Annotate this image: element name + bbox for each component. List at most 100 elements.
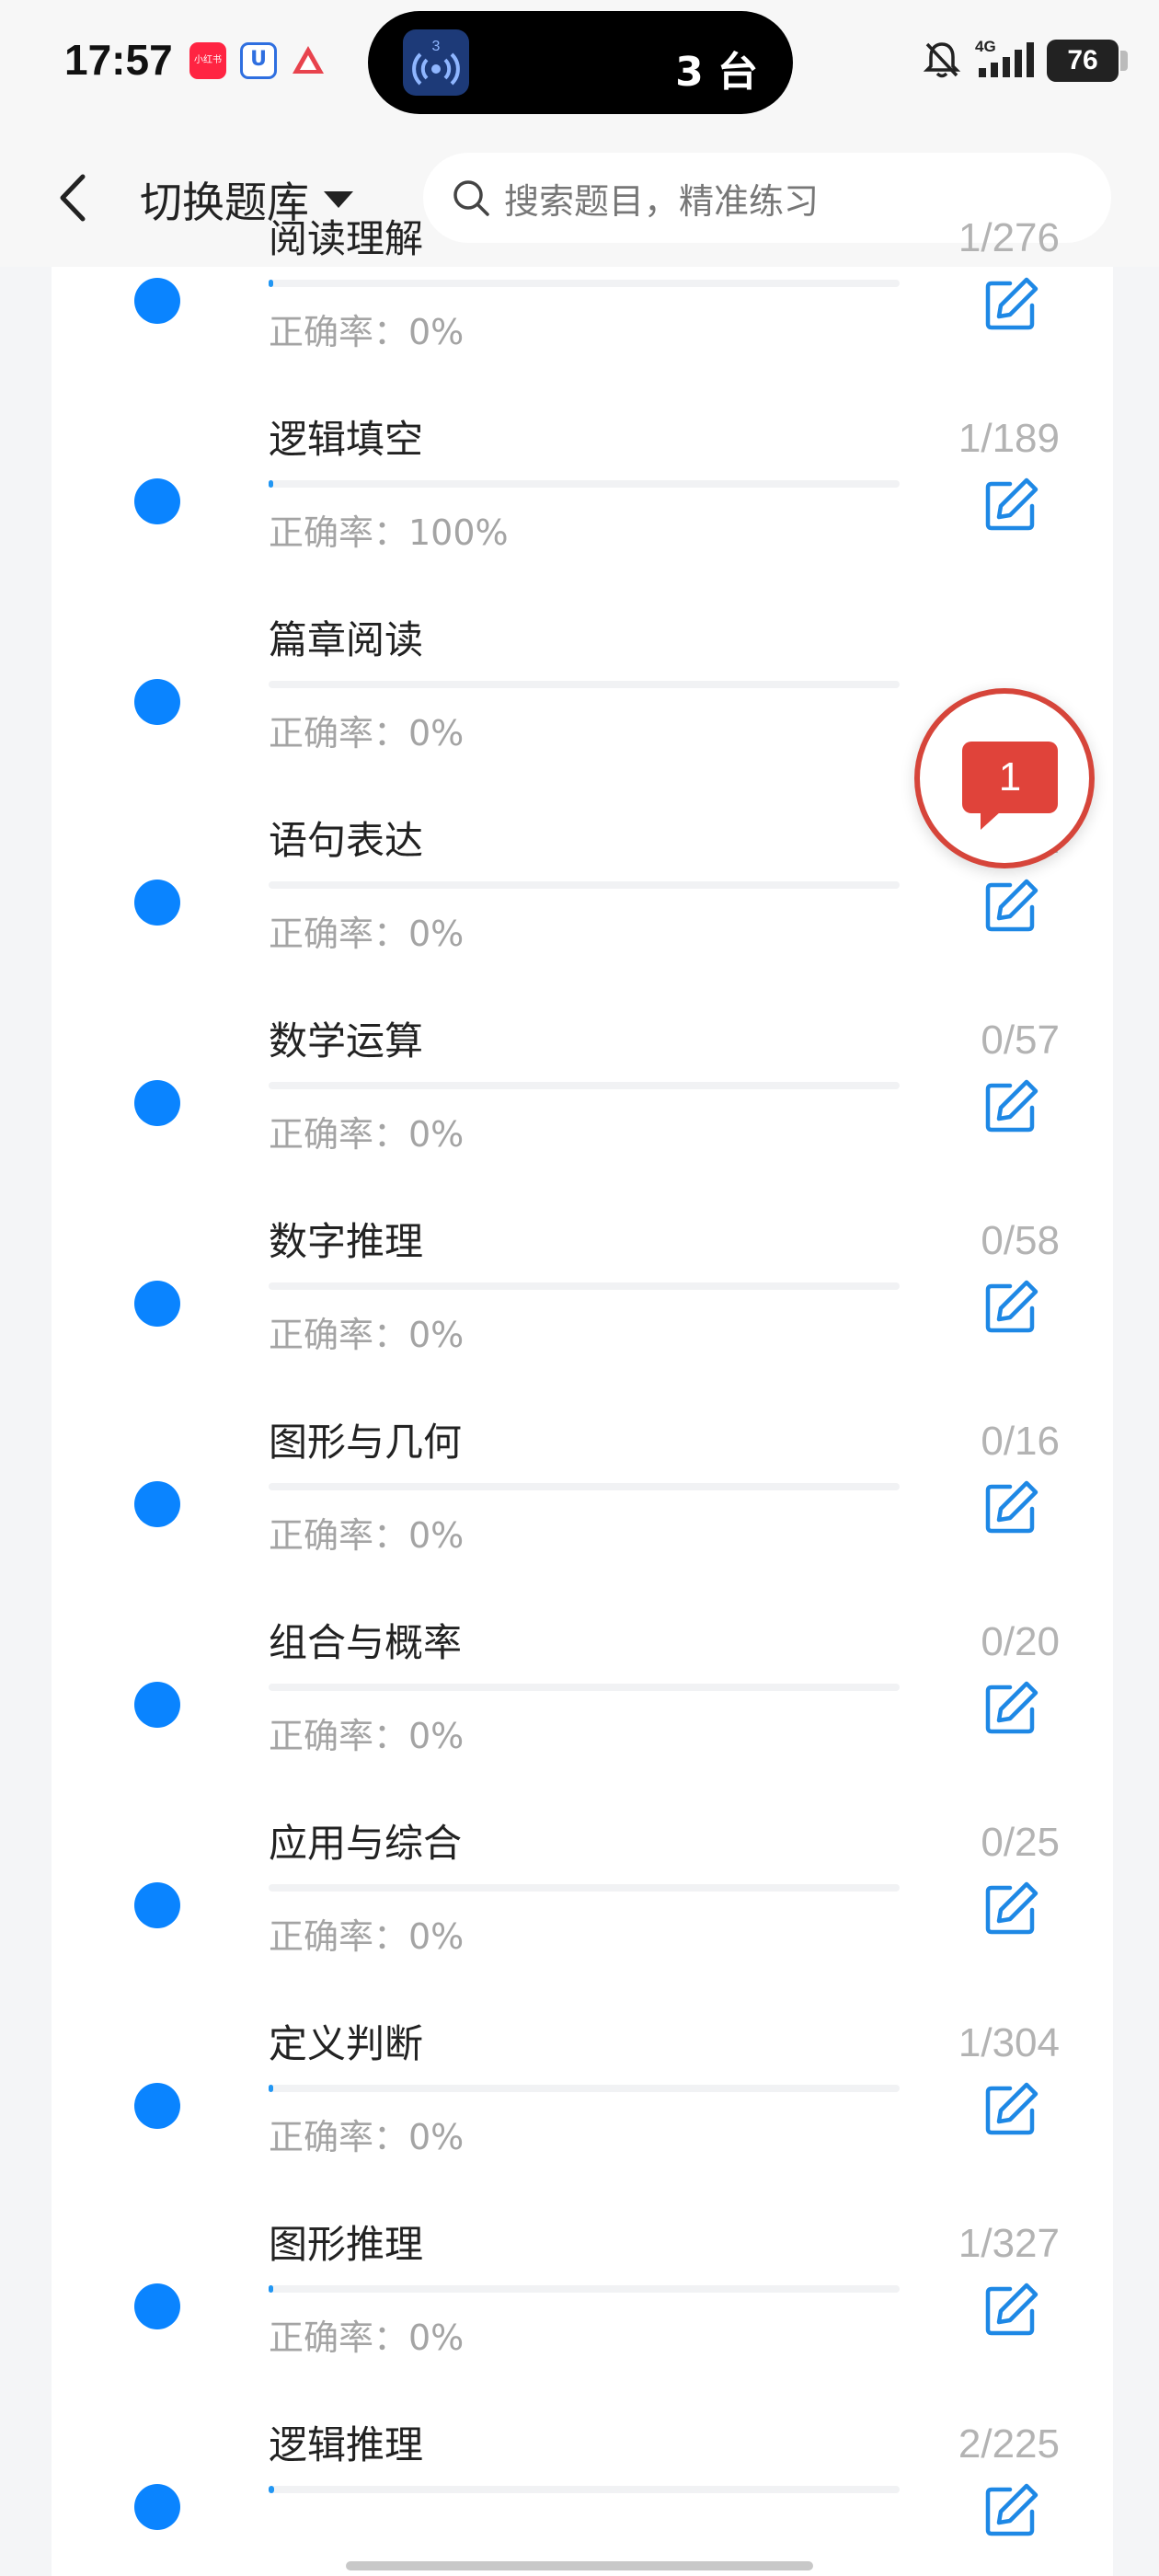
progress-bar (269, 480, 900, 488)
progress-count: 0/58 (981, 1218, 1060, 1263)
category-title: 数字推理 (269, 1219, 424, 1264)
category-title: 篇章阅读 (269, 617, 424, 662)
message-bubble-icon: 1 (962, 742, 1058, 830)
category-title: 逻辑填空 (269, 417, 424, 462)
bell-muted-icon (922, 39, 962, 83)
progress-fill (269, 280, 273, 287)
practice-edit-icon[interactable] (982, 475, 1041, 534)
network-type: 4G (975, 38, 996, 55)
status-time: 17:57 (64, 36, 173, 84)
progress-bar (269, 681, 900, 688)
accuracy-text: 正确率：0% (269, 312, 465, 352)
category-dot-icon (134, 2083, 180, 2129)
category-row[interactable]: 数字推理正确率：0% 0/58 (52, 1192, 1113, 1393)
floating-message-button[interactable]: 1 (914, 688, 1095, 868)
accuracy-text: 正确率：0% (269, 2317, 465, 2358)
category-title: 组合与概率 (269, 1620, 463, 1665)
progress-bar (269, 2486, 900, 2493)
progress-bar (269, 1483, 900, 1490)
island-text: 3 台 (675, 49, 758, 96)
category-row[interactable]: 应用与综合正确率：0% 0/25 (52, 1794, 1113, 1995)
progress-fill (269, 480, 273, 488)
status-icons: 4G 76 (922, 37, 1128, 85)
progress-count: 1/304 (958, 2020, 1060, 2065)
progress-fill (269, 2285, 273, 2293)
progress-bar (269, 881, 900, 889)
accuracy-text: 正确率：0% (269, 1114, 465, 1155)
category-dot-icon (134, 2484, 180, 2530)
progress-count: 0/16 (981, 1419, 1060, 1464)
progress-fill (269, 2486, 275, 2493)
category-dot-icon (134, 1882, 180, 1928)
progress-count: 2/225 (958, 2421, 1060, 2467)
progress-bar (269, 1082, 900, 1089)
category-dot-icon (134, 2283, 180, 2329)
accuracy-text: 正确率：0% (269, 1515, 465, 1556)
island-badge: 3 (432, 39, 441, 54)
practice-edit-icon[interactable] (982, 1478, 1041, 1536)
category-row[interactable]: 定义判断正确率：0% 1/304 (52, 1995, 1113, 2195)
practice-edit-icon[interactable] (982, 2079, 1041, 2138)
category-title: 逻辑推理 (269, 2422, 424, 2467)
category-title: 数学运算 (269, 1018, 424, 1064)
dynamic-island[interactable]: 3 3 台 (368, 11, 793, 114)
category-row[interactable]: 图形推理正确率：0% 1/327 (52, 2195, 1113, 2396)
category-title: 定义判断 (269, 2021, 424, 2066)
progress-bar (269, 280, 900, 287)
accuracy-text: 正确率：0% (269, 713, 465, 753)
status-bar: 17:57 小红书 U 3 3 台 4G 76 (0, 0, 1159, 129)
progress-bar (269, 2285, 900, 2293)
progress-count: 1/189 (958, 416, 1060, 461)
practice-edit-icon[interactable] (982, 274, 1041, 333)
category-dot-icon (134, 478, 180, 524)
signal-icon: 4G (975, 37, 1034, 85)
category-row[interactable]: 数学运算正确率：0% 0/57 (52, 992, 1113, 1192)
accuracy-text: 正确率：0% (269, 2117, 465, 2157)
category-row[interactable]: 逻辑填空正确率：100% 1/189 (52, 390, 1113, 591)
accuracy-text: 正确率：0% (269, 1916, 465, 1957)
accuracy-text: 正确率：0% (269, 1315, 465, 1355)
category-title: 语句表达 (269, 818, 424, 863)
progress-bar (269, 2085, 900, 2092)
xiaohongshu-app-icon: 小红书 (189, 42, 226, 79)
progress-bar (269, 1282, 900, 1290)
category-dot-icon (134, 278, 180, 324)
practice-edit-icon[interactable] (982, 2280, 1041, 2339)
category-dot-icon (134, 679, 180, 725)
progress-count: 0/25 (981, 1820, 1060, 1865)
progress-fill (269, 2085, 273, 2092)
battery-icon: 76 (1047, 40, 1128, 82)
category-row[interactable]: 图形与几何正确率：0% 0/16 (52, 1393, 1113, 1593)
progress-count: 0/20 (981, 1619, 1060, 1664)
category-row[interactable]: 组合与概率正确率：0% 0/20 (52, 1593, 1113, 1794)
category-row[interactable]: 逻辑推理 2/225 (52, 2396, 1113, 2576)
practice-edit-icon[interactable] (982, 876, 1041, 935)
practice-edit-icon[interactable] (982, 1879, 1041, 1938)
practice-edit-icon[interactable] (982, 2480, 1041, 2539)
category-title: 图形推理 (269, 2222, 424, 2267)
broadcast-icon: 3 (403, 29, 469, 96)
progress-bar (269, 1684, 900, 1691)
category-title: 应用与综合 (269, 1821, 463, 1866)
accuracy-text: 正确率：0% (269, 914, 465, 954)
progress-count: 1/327 (958, 2221, 1060, 2266)
category-title: 阅读理解 (269, 216, 424, 261)
progress-count: 1/276 (958, 215, 1060, 260)
category-title: 图形与几何 (269, 1420, 463, 1465)
home-indicator[interactable] (346, 2561, 813, 2570)
triangle-app-icon (290, 42, 327, 79)
question-category-list: 阅读理解 正确率：0% 1/276 逻辑填空 正确率：100% 1/189 篇章阅读 正确率：… (52, 215, 1113, 2576)
category-dot-icon (134, 1281, 180, 1327)
accuracy-text: 正确率：100% (269, 512, 509, 553)
category-dot-icon (134, 1080, 180, 1126)
practice-edit-icon[interactable] (982, 1076, 1041, 1135)
category-dot-icon (134, 1682, 180, 1728)
practice-edit-icon[interactable] (982, 1277, 1041, 1336)
category-row[interactable]: 阅读理解正确率：0% 1/276 (52, 190, 1113, 390)
practice-edit-icon[interactable] (982, 1678, 1041, 1737)
category-dot-icon (134, 1481, 180, 1527)
progress-bar (269, 1884, 900, 1892)
accuracy-text: 正确率：0% (269, 1716, 465, 1756)
progress-count: 0/57 (981, 1018, 1060, 1063)
category-dot-icon (134, 880, 180, 926)
